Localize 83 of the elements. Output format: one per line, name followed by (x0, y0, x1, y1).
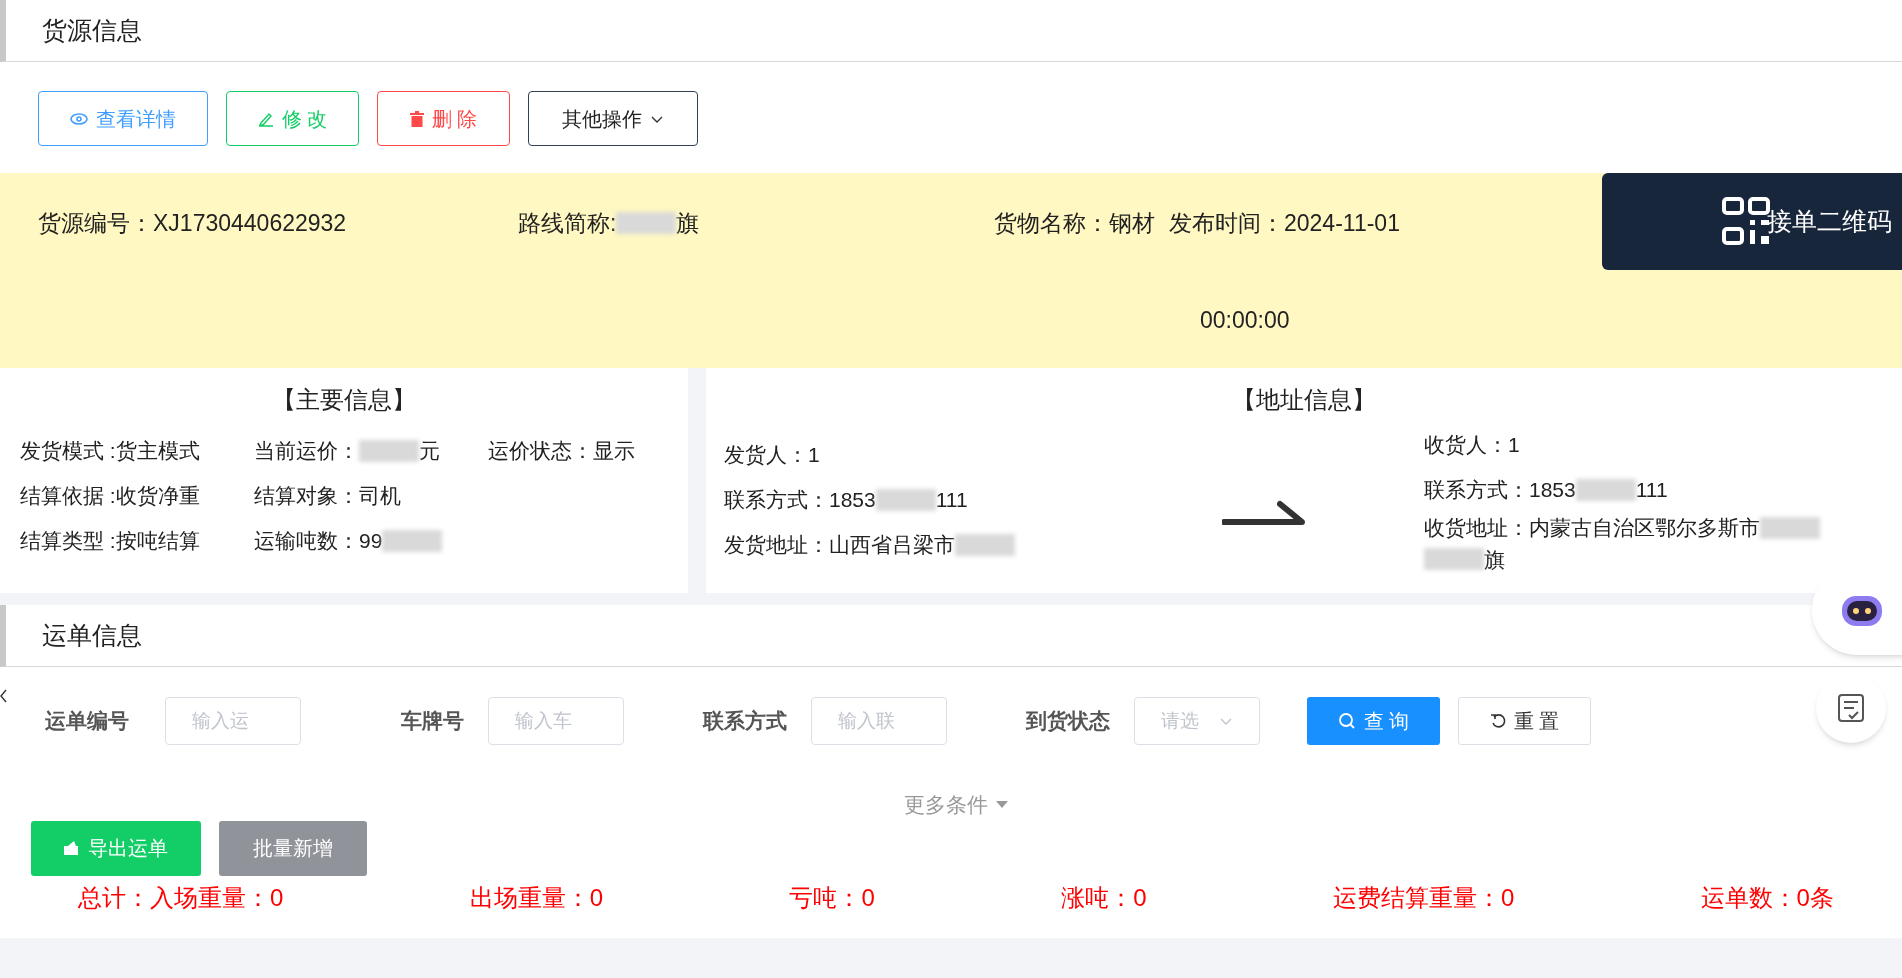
total-stat: 涨吨：0 (1061, 882, 1147, 913)
chevron-down-icon (1219, 716, 1233, 726)
redacted-mark (1575, 478, 1636, 501)
field-value: 货主模式 (115, 437, 200, 464)
total-stat: 运费结算重量：0 (1332, 882, 1515, 913)
field-label: 发货模式 : (20, 437, 116, 464)
field-value: 旗 (676, 208, 700, 238)
field-label: 联系方式： (1424, 476, 1529, 503)
field-value: 111 (935, 486, 968, 513)
field-value: 内蒙古自治区鄂尔多斯市 (1529, 515, 1760, 541)
field-value: 按吨结算 (115, 527, 200, 554)
redacted-mark (359, 439, 419, 462)
redacted-mark (1760, 516, 1820, 539)
field-label: 发布时间： (1169, 208, 1284, 238)
redacted-mark (616, 212, 677, 234)
total-stat: 运单数：0条 (1700, 882, 1834, 913)
field-label: 收货人： (1424, 431, 1508, 458)
trash-icon (409, 110, 424, 127)
reset-button[interactable]: 重 置 (1458, 697, 1591, 745)
field-value: 收货净重 (115, 482, 200, 509)
field-value: 111 (1635, 476, 1668, 503)
field-value: 山西省吕梁市 (829, 531, 955, 558)
eye-icon (70, 111, 88, 126)
field-label: 发货地址： (724, 531, 829, 558)
field-label: 货源编号： (38, 208, 153, 238)
card-title: 【主要信息】 (272, 386, 416, 413)
action-button[interactable]: 修 改 (226, 91, 359, 146)
field-label: 路线简称: (518, 208, 617, 238)
field-label: 结算类型 : (20, 527, 116, 554)
action-button[interactable]: 删 除 (377, 91, 510, 146)
field-label: 货物名称： (994, 208, 1109, 238)
redacted-mark (875, 488, 936, 511)
total-stat: 亏吨：0 (789, 882, 875, 913)
checklist-icon (1837, 693, 1865, 723)
field-label: 收货地址： (1424, 515, 1529, 541)
more-conditions-toggle[interactable]: 更多条件 (904, 789, 1008, 821)
filter-label: 车牌号 (400, 708, 465, 735)
field-value: 旗 (1484, 546, 1505, 573)
field-label: 运输吨数： (254, 527, 359, 554)
field-label: 结算依据 : (20, 482, 116, 509)
status-select[interactable]: 请选 (1134, 697, 1260, 745)
field-value: 1 (1508, 431, 1520, 458)
section-title: 运单信息 (42, 619, 142, 651)
export-button[interactable]: 导出运单 (31, 820, 201, 876)
field-value: 1 (808, 441, 820, 468)
filter-label: 运单编号 (45, 708, 130, 735)
field-label: 结算对象： (254, 482, 359, 509)
refresh-icon (1489, 713, 1506, 729)
field-label: 运价状态： (488, 437, 593, 464)
total-stat: 总计：入场重量：0 (78, 882, 284, 913)
redacted-mark (1424, 548, 1484, 571)
action-button[interactable]: 其他操作 (528, 91, 698, 146)
field-value: XJ1730440622932 (153, 208, 347, 238)
redacted-mark (382, 529, 443, 552)
filter-input[interactable]: 输入运 (165, 697, 301, 745)
field-value: 元 (419, 437, 440, 464)
field-value: 1853 (829, 486, 876, 513)
qr-code-button[interactable]: 接单二维码 (1602, 173, 1902, 270)
filter-input[interactable]: 输入联 (811, 697, 947, 745)
field-value: 司机 (359, 482, 401, 509)
caret-down-icon (996, 800, 1008, 809)
card-title: 【地址信息】 (1232, 386, 1376, 413)
field-value: 99 (359, 527, 383, 554)
field-label: 联系方式： (724, 486, 829, 513)
wallet-icon (64, 841, 80, 855)
field-value: 1853 (1529, 476, 1576, 503)
chevron-left-icon (0, 688, 8, 704)
action-button[interactable]: 查看详情 (38, 91, 208, 146)
pencil-icon (257, 110, 274, 127)
filter-label: 联系方式 (701, 708, 788, 735)
filter-label: 到货状态 (1024, 708, 1111, 735)
field-label: 发货人： (724, 441, 808, 468)
filter-input[interactable]: 输入车 (488, 697, 624, 745)
field-value: 显示 (593, 437, 635, 464)
redacted-mark (955, 533, 1015, 556)
section-title: 货源信息 (42, 14, 142, 46)
total-stat: 出场重量：0 (469, 882, 604, 913)
field-value: 钢材 (1109, 208, 1155, 238)
field-value: 2024-11-01 (1284, 208, 1400, 238)
publish-time: 00:00:00 (1200, 307, 1290, 333)
field-label: 当前运价： (254, 437, 359, 464)
search-icon (1337, 712, 1356, 730)
search-button[interactable]: 查 询 (1307, 697, 1440, 745)
